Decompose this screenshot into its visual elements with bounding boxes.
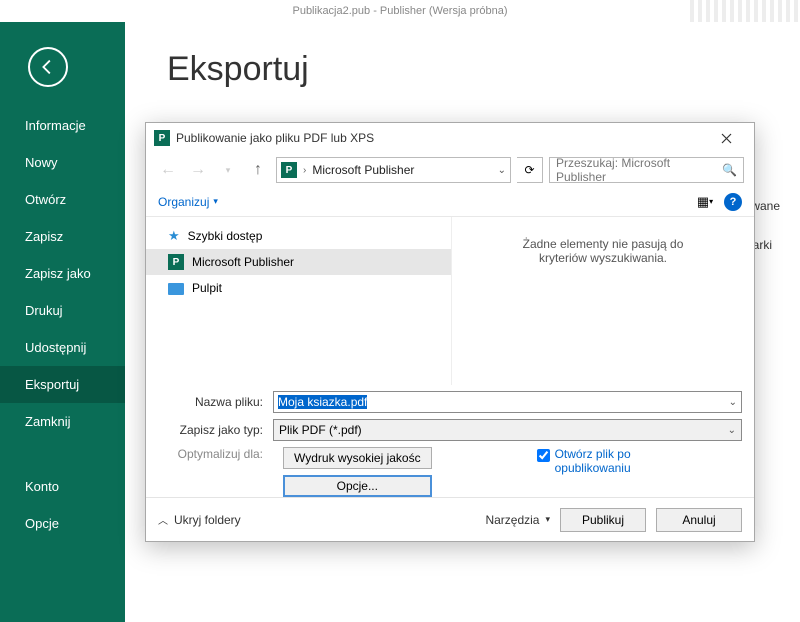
empty-message: Żadne elementy nie pasują do kryteriów w… [498, 237, 708, 265]
open-after-checkbox[interactable] [537, 449, 550, 462]
title-text: Publikacja2.pub - Publisher (Wersja prób… [292, 5, 507, 17]
optimize-quality-button[interactable]: Wydruk wysokiej jakośc [283, 447, 432, 469]
filetype-row: Zapisz jako typ: Plik PDF (*.pdf) ⌄ [158, 419, 742, 441]
nav-pane: ★ Szybki dostęp P Microsoft Publisher Pu… [146, 217, 451, 385]
view-icon: ▦ [697, 194, 709, 210]
filetype-select[interactable]: Plik PDF (*.pdf) ⌄ [273, 419, 742, 441]
hide-folders-button[interactable]: ︿ Ukryj foldery [158, 512, 241, 527]
organize-label: Organizuj [158, 195, 209, 209]
sidebar-item-otworz[interactable]: Otwórz [0, 181, 125, 218]
help-button[interactable]: ? [724, 193, 742, 211]
filetype-label: Zapisz jako typ: [158, 423, 273, 437]
optimize-row: Optymalizuj dla: Wydruk wysokiej jakośc … [158, 447, 742, 497]
refresh-icon: ⟳ [524, 163, 534, 177]
sidebar-item-drukuj[interactable]: Drukuj [0, 292, 125, 329]
nav-forward-button[interactable]: → [186, 158, 210, 182]
dropdown-chevron-icon[interactable]: ⌄ [729, 397, 737, 408]
address-box[interactable]: P › Microsoft Publisher ⌄ [276, 157, 511, 183]
hide-folders-label: Ukryj foldery [174, 513, 241, 527]
nav-quick-access[interactable]: ★ Szybki dostęp [146, 223, 451, 249]
chevron-down-icon: ▾ [213, 196, 218, 207]
dialog-title-bar: P Publikowanie jako pliku PDF lub XPS [146, 123, 754, 153]
options-button[interactable]: Opcje... [283, 475, 432, 497]
view-mode-button[interactable]: ▦▾ [694, 191, 716, 213]
dropdown-chevron-icon[interactable]: ⌄ [728, 425, 736, 436]
close-icon [721, 133, 732, 144]
title-bar: Publikacja2.pub - Publisher (Wersja prób… [0, 0, 800, 22]
sidebar-item-konto[interactable]: Konto [0, 468, 125, 505]
refresh-button[interactable]: ⟳ [517, 157, 543, 183]
dialog-title-text: Publikowanie jako pliku PDF lub XPS [176, 131, 374, 145]
filename-value: Moja ksiazka.pdf [278, 395, 367, 409]
publisher-folder-icon: P [168, 254, 184, 270]
search-placeholder: Przeszukaj: Microsoft Publisher [556, 156, 722, 184]
chevron-down-icon: ▾ [226, 165, 231, 176]
sidebar-item-zapisz[interactable]: Zapisz [0, 218, 125, 255]
star-icon: ★ [168, 228, 180, 244]
address-chevron-icon[interactable]: ⌄ [498, 165, 506, 176]
dialog-body: ★ Szybki dostęp P Microsoft Publisher Pu… [146, 217, 754, 385]
tools-label: Narzędzia [485, 513, 539, 527]
chevron-down-icon: ▾ [545, 514, 550, 525]
filename-input[interactable]: Moja ksiazka.pdf ⌄ [273, 391, 742, 413]
publisher-folder-icon: P [281, 162, 297, 178]
view-buttons-group: ▦▾ ? [694, 191, 742, 213]
sidebar-separator [0, 440, 125, 468]
back-button[interactable] [28, 47, 68, 87]
publisher-app-icon: P [154, 130, 170, 146]
nav-quick-label: Szybki dostęp [188, 229, 263, 243]
publish-button[interactable]: Publikuj [560, 508, 646, 532]
cancel-button[interactable]: Anuluj [656, 508, 742, 532]
filename-row: Nazwa pliku: Moja ksiazka.pdf ⌄ [158, 391, 742, 413]
optimize-label: Optymalizuj dla: [158, 447, 273, 461]
nav-up-button[interactable]: ↑ [246, 158, 270, 182]
nav-publisher-label: Microsoft Publisher [192, 255, 294, 269]
sidebar-item-informacje[interactable]: Informacje [0, 107, 125, 144]
nav-back-button[interactable]: ← [156, 158, 180, 182]
save-dialog: P Publikowanie jako pliku PDF lub XPS ← … [145, 122, 755, 542]
address-bar-row: ← → ▾ ↑ P › Microsoft Publisher ⌄ ⟳ Prze… [146, 153, 754, 187]
sidebar-item-nowy[interactable]: Nowy [0, 144, 125, 181]
sidebar-item-eksportuj[interactable]: Eksportuj [0, 366, 125, 403]
footer-right-group: Narzędzia ▾ Publikuj Anuluj [485, 508, 742, 532]
nav-desktop-label: Pulpit [192, 281, 222, 295]
open-after-label[interactable]: Otwórz plik po opublikowaniu [555, 447, 665, 475]
close-button[interactable] [706, 126, 746, 150]
nav-publisher-folder[interactable]: P Microsoft Publisher [146, 249, 451, 275]
sidebar-item-zamknij[interactable]: Zamknij [0, 403, 125, 440]
organize-button[interactable]: Organizuj ▾ [158, 195, 218, 209]
dialog-footer: ︿ Ukryj foldery Narzędzia ▾ Publikuj Anu… [146, 497, 754, 541]
breadcrumb-text[interactable]: Microsoft Publisher [312, 163, 414, 177]
back-arrow-icon [37, 56, 59, 78]
filetype-value: Plik PDF (*.pdf) [279, 423, 362, 437]
sidebar-item-opcje[interactable]: Opcje [0, 505, 125, 542]
sidebar: Informacje Nowy Otwórz Zapisz Zapisz jak… [0, 22, 125, 622]
chevron-right-icon: › [303, 165, 306, 176]
sidebar-item-udostepnij[interactable]: Udostępnij [0, 329, 125, 366]
toolbar-row: Organizuj ▾ ▦▾ ? [146, 187, 754, 217]
search-icon: 🔍 [722, 163, 737, 177]
content-pane: Żadne elementy nie pasują do kryteriów w… [451, 217, 754, 385]
nav-recent-button[interactable]: ▾ [216, 158, 240, 182]
nav-desktop[interactable]: Pulpit [146, 275, 451, 301]
open-after-publish-group: Otwórz plik po opublikowaniu [537, 447, 665, 475]
chevron-up-icon: ︿ [158, 512, 168, 527]
page-title: Eksportuj [167, 50, 780, 89]
chevron-down-icon: ▾ [709, 197, 713, 206]
filename-label: Nazwa pliku: [158, 395, 273, 409]
tools-button[interactable]: Narzędzia ▾ [485, 513, 550, 527]
sidebar-item-zapisz-jako[interactable]: Zapisz jako [0, 255, 125, 292]
help-icon: ? [730, 196, 737, 208]
form-area: Nazwa pliku: Moja ksiazka.pdf ⌄ Zapisz j… [146, 385, 754, 497]
desktop-icon [168, 283, 184, 295]
search-box[interactable]: Przeszukaj: Microsoft Publisher 🔍 [549, 157, 744, 183]
